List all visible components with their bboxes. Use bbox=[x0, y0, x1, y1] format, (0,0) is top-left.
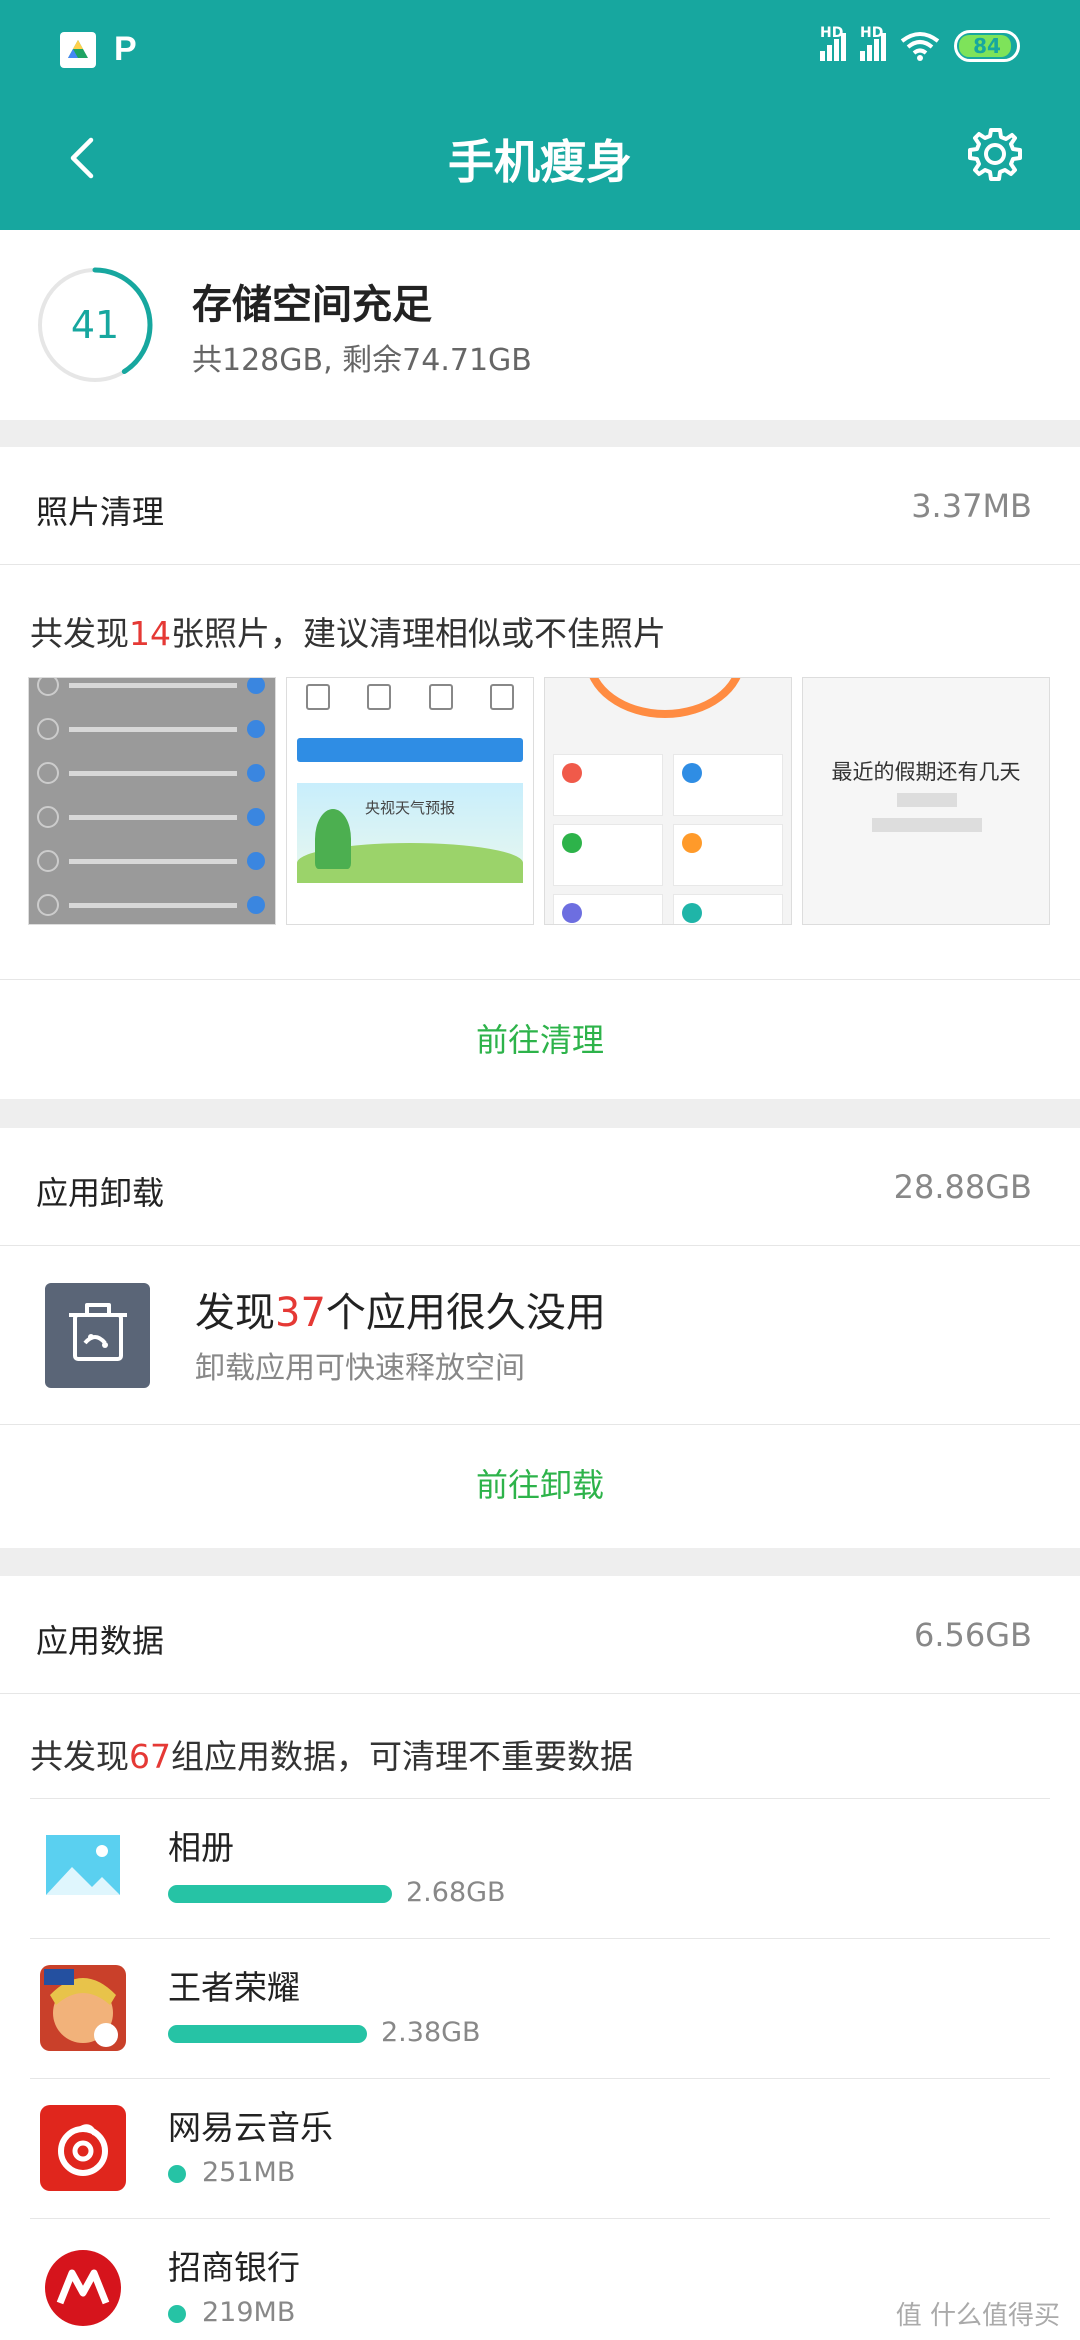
section-size: 28.88GB bbox=[893, 1168, 1032, 1206]
section-title: 应用卸载 bbox=[36, 1174, 165, 1212]
photo-thumbnails: 央视天气预报 最近的假期还有几天 bbox=[28, 677, 1050, 925]
parking-app-icon: P bbox=[114, 30, 137, 68]
signal-icon-2: HD bbox=[860, 25, 886, 61]
app-data-header[interactable]: 应用数据 6.56GB bbox=[0, 1576, 1080, 1694]
section-size: 3.37MB bbox=[911, 487, 1032, 525]
storage-capacity-text: 共128GB, 剩余74.71GB bbox=[192, 343, 532, 378]
gear-icon[interactable] bbox=[965, 124, 1025, 184]
app-data-size: 251MB bbox=[202, 2157, 296, 2188]
app-name: 网易云音乐 bbox=[168, 2108, 333, 2147]
app-data-description: 共发现67组应用数据，可清理不重要数据 bbox=[30, 1737, 633, 1776]
app-data-row[interactable]: 网易云音乐 251MB bbox=[30, 2078, 1050, 2218]
honor-of-kings-app-icon bbox=[40, 1965, 126, 2051]
photo-thumbnail[interactable] bbox=[544, 677, 792, 925]
nav-bar: 手机瘦身 bbox=[0, 100, 1080, 230]
app-data-card: 应用数据 6.56GB 共发现67组应用数据，可清理不重要数据 相册 2.68G… bbox=[0, 1576, 1080, 2340]
app-name: 招商银行 bbox=[168, 2248, 300, 2287]
gallery-app-icon bbox=[40, 1825, 126, 1911]
photo-thumbnail[interactable]: 央视天气预报 bbox=[286, 677, 534, 925]
usage-dot bbox=[168, 2305, 186, 2323]
cmb-bank-app-icon bbox=[40, 2245, 126, 2331]
usage-bar bbox=[168, 2025, 367, 2043]
app-data-size: 2.68GB bbox=[406, 1877, 506, 1908]
app-data-size: 219MB bbox=[202, 2297, 296, 2328]
photo-thumbnail[interactable] bbox=[28, 677, 276, 925]
go-clean-button[interactable]: 前往清理 bbox=[0, 979, 1080, 1099]
photo-thumbnail[interactable]: 最近的假期还有几天 bbox=[802, 677, 1050, 925]
app-data-size: 2.38GB bbox=[381, 2017, 481, 2048]
go-uninstall-button[interactable]: 前往卸载 bbox=[0, 1424, 1080, 1544]
app-header: P HD HD 84 手机瘦身 bbox=[0, 0, 1080, 230]
page-title: 手机瘦身 bbox=[448, 135, 632, 189]
uninstall-bag-icon bbox=[45, 1283, 150, 1388]
unused-apps-subtitle: 卸载应用可快速释放空间 bbox=[195, 1351, 525, 1386]
section-title: 照片清理 bbox=[36, 493, 165, 531]
app-uninstall-card: 应用卸载 28.88GB 发现37个应用很久没用 卸载应用可快速释放空间 前往卸… bbox=[0, 1128, 1080, 1548]
storage-summary: 41 存储空间充足 共128GB, 剩余74.71GB bbox=[0, 230, 1080, 420]
app-uninstall-header[interactable]: 应用卸载 28.88GB bbox=[0, 1128, 1080, 1246]
netease-music-app-icon bbox=[40, 2105, 126, 2191]
unused-apps-title: 发现37个应用很久没用 bbox=[195, 1290, 606, 1336]
usage-bar bbox=[168, 1885, 392, 1903]
photo-clean-card: 照片清理 3.37MB 共发现14张照片，建议清理相似或不佳照片 央视天气预报 bbox=[0, 447, 1080, 1099]
storage-score: 41 bbox=[70, 303, 120, 347]
watermark: 值 什么值得买 bbox=[895, 2301, 1060, 2331]
section-title: 应用数据 bbox=[36, 1622, 165, 1660]
signal-icon: HD bbox=[820, 25, 846, 61]
app-name: 相册 bbox=[168, 1828, 234, 1867]
photo-clean-header[interactable]: 照片清理 3.37MB bbox=[0, 447, 1080, 565]
section-size: 6.56GB bbox=[914, 1616, 1032, 1654]
drive-icon bbox=[60, 31, 96, 68]
app-data-row[interactable]: 相册 2.68GB bbox=[30, 1798, 1050, 1938]
usage-dot bbox=[168, 2165, 186, 2183]
status-bar: P HD HD 84 bbox=[0, 0, 1080, 100]
battery-indicator: 84 bbox=[954, 30, 1020, 62]
wifi-icon bbox=[900, 32, 940, 61]
photo-clean-description: 共发现14张照片，建议清理相似或不佳照片 bbox=[30, 614, 666, 653]
app-name: 王者荣耀 bbox=[168, 1968, 300, 2007]
app-data-row[interactable]: 王者荣耀 2.38GB bbox=[30, 1938, 1050, 2078]
storage-status-title: 存储空间充足 bbox=[192, 282, 432, 328]
